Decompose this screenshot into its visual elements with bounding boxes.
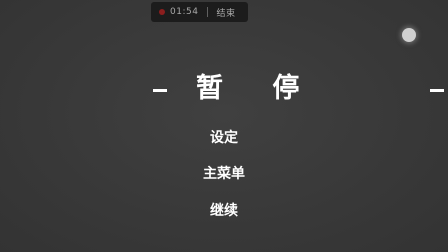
- title-dash-left: [153, 89, 167, 92]
- main-menu-button[interactable]: 主菜单: [174, 164, 274, 184]
- divider: [207, 7, 209, 17]
- record-indicator-icon: [159, 9, 165, 15]
- title-dash-right: [430, 89, 444, 92]
- game-background: 01:54 结束 暂 停 设定 主菜单 继续: [0, 0, 448, 252]
- settings-button[interactable]: 设定: [174, 128, 274, 148]
- touch-indicator-icon: [402, 28, 416, 42]
- record-timer: 01:54: [170, 7, 199, 17]
- pause-title-text: 暂 停: [196, 73, 320, 104]
- screen-recorder-bar: 01:54 结束: [151, 2, 248, 22]
- continue-button[interactable]: 继续: [174, 201, 274, 221]
- stop-recording-button[interactable]: 结束: [216, 6, 235, 19]
- pause-title: 暂 停: [150, 72, 444, 106]
